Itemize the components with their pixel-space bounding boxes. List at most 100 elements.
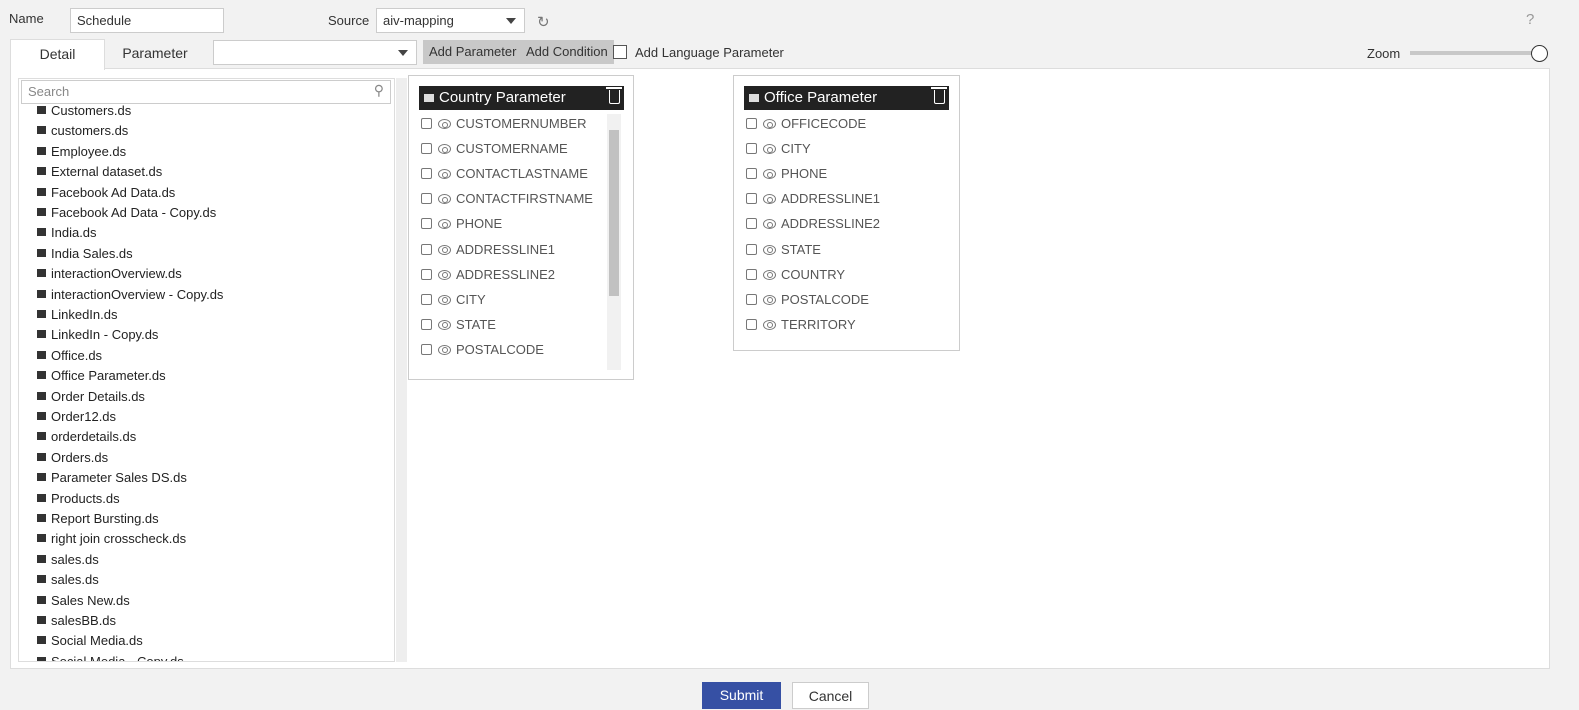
eye-icon[interactable] <box>763 294 776 305</box>
tab-parameter[interactable]: Parameter <box>105 39 205 69</box>
add-condition-button[interactable]: Add Condition <box>520 40 614 64</box>
dataset-item[interactable]: Order12.ds <box>37 407 116 427</box>
dataset-item[interactable]: salesBB.ds <box>37 611 116 631</box>
dataset-item[interactable]: India.ds <box>37 223 97 243</box>
field-checkbox[interactable] <box>421 218 432 230</box>
field-item[interactable]: ADDRESSLINE2 <box>746 214 880 234</box>
field-item[interactable]: CUSTOMERNUMBER <box>421 114 587 134</box>
dataset-item[interactable]: interactionOverview.ds <box>37 264 182 284</box>
eye-icon[interactable] <box>763 194 776 205</box>
dataset-item[interactable]: right join crosscheck.ds <box>37 529 186 549</box>
field-item[interactable]: STATE <box>746 240 821 260</box>
field-checkbox[interactable] <box>421 143 432 155</box>
submit-button[interactable]: Submit <box>702 682 781 709</box>
field-checkbox[interactable] <box>421 168 432 180</box>
parameter-select[interactable] <box>213 40 417 65</box>
dataset-item[interactable]: sales.ds <box>37 550 99 570</box>
field-item[interactable]: CITY <box>421 290 486 310</box>
field-item[interactable]: COUNTRY <box>746 265 845 285</box>
eye-icon[interactable] <box>763 244 776 255</box>
refresh-icon[interactable]: ↻ <box>537 13 550 31</box>
trash-icon[interactable] <box>606 87 622 104</box>
scrollbar[interactable] <box>607 114 621 370</box>
dataset-item[interactable]: Office.ds <box>37 346 102 366</box>
eye-icon[interactable] <box>438 219 451 230</box>
dataset-item[interactable]: Social Media - Copy.ds <box>37 652 184 661</box>
help-icon[interactable]: ? <box>1526 11 1534 28</box>
field-item[interactable]: POSTALCODE <box>746 290 869 310</box>
dataset-item[interactable]: sales.ds <box>37 570 99 590</box>
dataset-item[interactable]: Sales New.ds <box>37 591 130 611</box>
name-input[interactable]: Schedule <box>70 8 224 33</box>
dataset-item[interactable]: Social Media.ds <box>37 631 143 651</box>
eye-icon[interactable] <box>438 319 451 330</box>
dataset-item[interactable]: External dataset.ds <box>37 162 162 182</box>
source-select[interactable]: aiv-mapping <box>376 8 525 33</box>
eye-icon[interactable] <box>438 244 451 255</box>
eye-icon[interactable] <box>438 344 451 355</box>
field-checkbox[interactable] <box>421 318 432 330</box>
field-item[interactable]: ADDRESSLINE1 <box>421 240 555 260</box>
field-item[interactable]: PHONE <box>421 214 502 234</box>
field-checkbox[interactable] <box>746 293 757 305</box>
field-item[interactable]: ADDRESSLINE2 <box>421 265 555 285</box>
eye-icon[interactable] <box>763 119 776 129</box>
zoom-slider[interactable] <box>1410 51 1535 55</box>
field-checkbox[interactable] <box>421 343 432 355</box>
field-checkbox[interactable] <box>421 193 432 205</box>
scrollbar-thumb[interactable] <box>609 130 619 296</box>
field-checkbox[interactable] <box>746 243 757 255</box>
field-item[interactable]: CONTACTLASTNAME <box>421 164 588 184</box>
eye-icon[interactable] <box>763 269 776 280</box>
eye-icon[interactable] <box>763 219 776 230</box>
dataset-item[interactable]: Order Details.ds <box>37 387 145 407</box>
field-item[interactable]: CUSTOMERNAME <box>421 139 568 159</box>
field-item[interactable]: CITY <box>746 139 811 159</box>
dataset-item[interactable]: orderdetails.ds <box>37 427 136 447</box>
cancel-button[interactable]: Cancel <box>792 682 869 709</box>
splitter-handle[interactable] <box>396 78 407 662</box>
eye-icon[interactable] <box>438 144 451 155</box>
field-checkbox[interactable] <box>746 268 757 280</box>
field-item[interactable]: ADDRESSLINE1 <box>746 189 880 209</box>
dataset-item[interactable]: LinkedIn - Copy.ds <box>37 325 158 345</box>
eye-icon[interactable] <box>438 169 451 180</box>
eye-icon[interactable] <box>763 169 776 180</box>
field-checkbox[interactable] <box>746 193 757 205</box>
field-checkbox[interactable] <box>746 218 757 230</box>
eye-icon[interactable] <box>438 194 451 205</box>
eye-icon[interactable] <box>438 119 451 129</box>
field-item[interactable]: TERRITORY <box>746 315 856 335</box>
dataset-item[interactable]: Customers.ds <box>37 101 131 121</box>
zoom-slider-handle[interactable] <box>1531 45 1548 62</box>
dataset-item[interactable]: Employee.ds <box>37 142 126 162</box>
field-checkbox[interactable] <box>746 168 757 180</box>
field-checkbox[interactable] <box>421 118 432 129</box>
field-item[interactable]: PHONE <box>746 164 827 184</box>
search-icon[interactable]: ⚲ <box>374 82 384 99</box>
dataset-item[interactable]: Facebook Ad Data - Copy.ds <box>37 203 216 223</box>
eye-icon[interactable] <box>763 319 776 330</box>
eye-icon[interactable] <box>438 269 451 280</box>
trash-icon[interactable] <box>931 87 947 104</box>
field-item[interactable]: POSTALCODE <box>421 340 544 360</box>
field-checkbox[interactable] <box>746 118 757 129</box>
dataset-item[interactable]: Orders.ds <box>37 448 108 468</box>
dataset-item[interactable]: LinkedIn.ds <box>37 305 118 325</box>
dataset-item[interactable]: India Sales.ds <box>37 244 133 264</box>
field-item[interactable]: STATE <box>421 315 496 335</box>
eye-icon[interactable] <box>438 294 451 305</box>
field-item[interactable]: OFFICECODE <box>746 114 866 134</box>
dataset-item[interactable]: Facebook Ad Data.ds <box>37 183 175 203</box>
field-checkbox[interactable] <box>421 293 432 305</box>
eye-icon[interactable] <box>763 144 776 155</box>
dataset-item[interactable]: Parameter Sales DS.ds <box>37 468 187 488</box>
dataset-item[interactable]: Office Parameter.ds <box>37 366 166 386</box>
add-language-checkbox[interactable] <box>613 45 627 59</box>
add-parameter-button[interactable]: Add Parameter <box>423 40 523 64</box>
field-checkbox[interactable] <box>746 143 757 155</box>
field-checkbox[interactable] <box>421 268 432 280</box>
field-checkbox[interactable] <box>421 243 432 255</box>
dataset-item[interactable]: Report Bursting.ds <box>37 509 159 529</box>
dataset-item[interactable]: interactionOverview - Copy.ds <box>37 285 223 305</box>
